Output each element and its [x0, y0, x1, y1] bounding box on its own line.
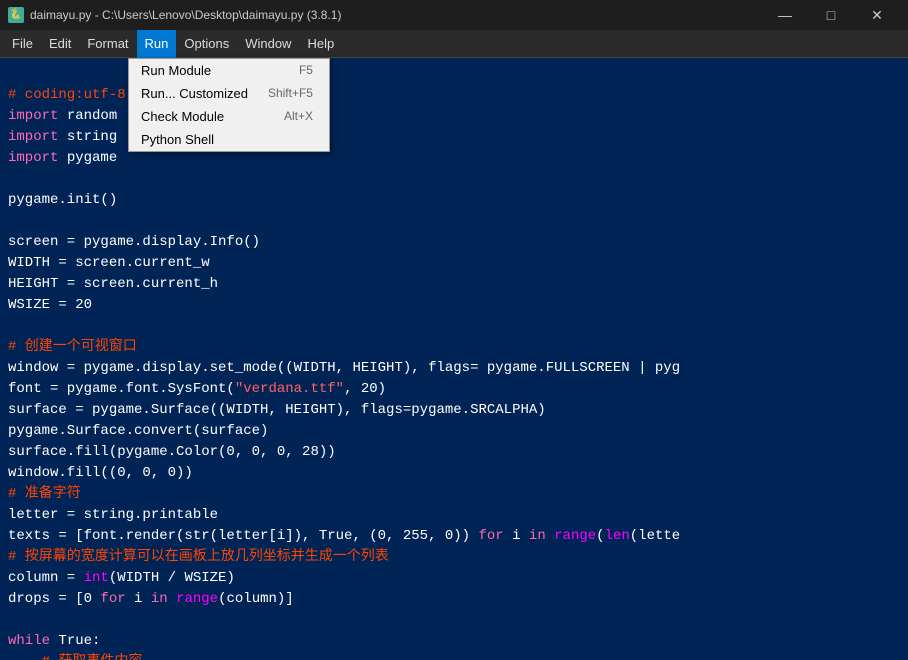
menu-run[interactable]: Run — [137, 30, 177, 58]
menu-file[interactable]: File — [4, 30, 41, 58]
minimize-button[interactable]: — — [762, 0, 808, 30]
titlebar: 🐍 daimayu.py - C:\Users\Lenovo\Desktop\d… — [0, 0, 908, 30]
run-module-shortcut: F5 — [299, 63, 313, 78]
python-shell-item[interactable]: Python Shell — [129, 128, 329, 151]
titlebar-left: 🐍 daimayu.py - C:\Users\Lenovo\Desktop\d… — [8, 7, 341, 23]
titlebar-title: daimayu.py - C:\Users\Lenovo\Desktop\dai… — [30, 8, 341, 22]
check-module-item[interactable]: Check Module Alt+X — [129, 105, 329, 128]
run-dropdown-menu: Run Module F5 Run... Customized Shift+F5… — [128, 58, 330, 152]
python-shell-label: Python Shell — [141, 132, 214, 147]
run-customized-item[interactable]: Run... Customized Shift+F5 — [129, 82, 329, 105]
menu-edit[interactable]: Edit — [41, 30, 79, 58]
maximize-button[interactable]: □ — [808, 0, 854, 30]
check-module-shortcut: Alt+X — [284, 109, 313, 124]
run-customized-shortcut: Shift+F5 — [268, 86, 313, 101]
run-customized-label: Run... Customized — [141, 86, 248, 101]
check-module-label: Check Module — [141, 109, 224, 124]
titlebar-controls: — □ ✕ — [762, 0, 900, 30]
menu-window[interactable]: Window — [237, 30, 299, 58]
menu-format[interactable]: Format — [79, 30, 136, 58]
run-module-label: Run Module — [141, 63, 211, 78]
run-module-item[interactable]: Run Module F5 — [129, 59, 329, 82]
menubar: File Edit Format Run Options Window Help — [0, 30, 908, 58]
menu-help[interactable]: Help — [299, 30, 342, 58]
app-icon: 🐍 — [8, 7, 24, 23]
close-button[interactable]: ✕ — [854, 0, 900, 30]
menu-options[interactable]: Options — [176, 30, 237, 58]
